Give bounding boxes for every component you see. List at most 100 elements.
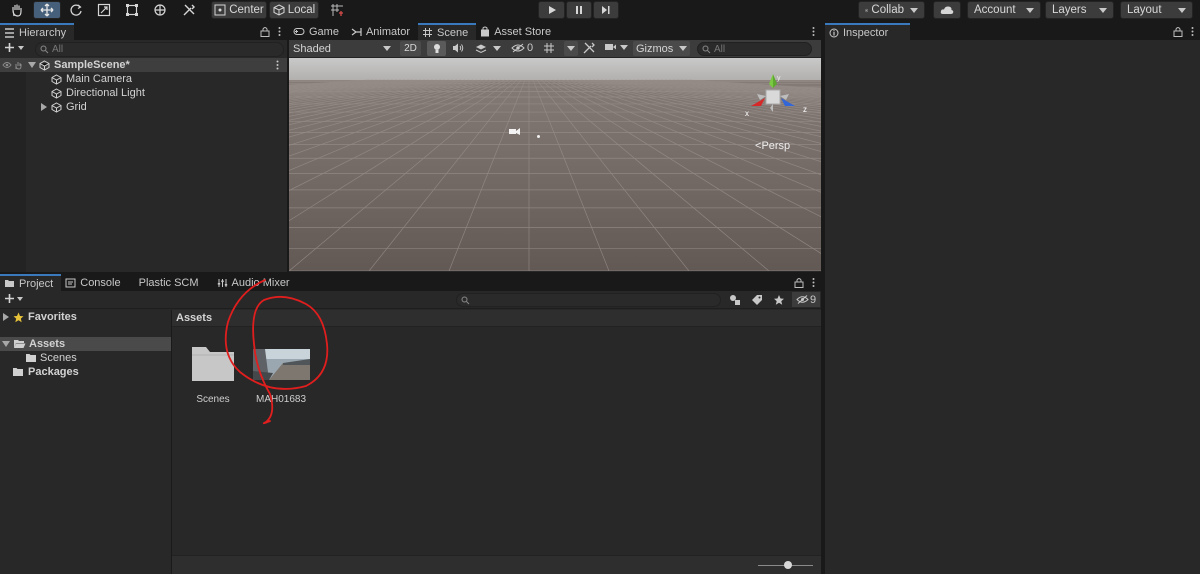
- cloud-icon: [940, 6, 954, 14]
- search-by-label-button[interactable]: [751, 294, 763, 309]
- tag-icon: [752, 295, 762, 305]
- camera-settings-dropdown[interactable]: [604, 42, 628, 52]
- effects-dropdown[interactable]: [475, 42, 501, 54]
- grid-options-dropdown[interactable]: [564, 41, 578, 56]
- scene-row[interactable]: SampleScene*: [0, 58, 287, 72]
- hand-tool-button[interactable]: [4, 1, 30, 19]
- tab-animator[interactable]: Animator: [347, 23, 418, 40]
- transform-tool-button[interactable]: [146, 1, 174, 19]
- assets-folder-label: Assets: [29, 338, 66, 350]
- scene-viewport[interactable]: y x z <Persp: [289, 58, 821, 271]
- hidden-packages-toggle[interactable]: 9: [792, 292, 820, 307]
- grid-snap-icon: [331, 4, 343, 16]
- kebab-menu-icon[interactable]: [812, 26, 815, 37]
- collab-icon: [865, 8, 869, 12]
- collab-button[interactable]: Collab: [858, 1, 925, 19]
- tools-toggle[interactable]: [583, 42, 595, 57]
- tab-hierarchy[interactable]: Hierarchy: [0, 23, 75, 40]
- tab-game[interactable]: Game: [289, 23, 347, 40]
- hidden-objects-toggle[interactable]: 0: [511, 42, 533, 54]
- lock-icon[interactable]: [260, 26, 270, 37]
- create-asset-button[interactable]: [4, 293, 23, 304]
- snap-grid-button[interactable]: [326, 1, 348, 19]
- expand-arrow-icon[interactable]: [41, 103, 47, 111]
- mode-2d-toggle[interactable]: 2D: [400, 41, 421, 56]
- expand-arrow-icon[interactable]: [2, 341, 10, 347]
- custom-tool-button[interactable]: [175, 1, 203, 19]
- rect-tool-button[interactable]: [118, 1, 146, 19]
- eye-icon[interactable]: [2, 61, 12, 69]
- hierarchy-subbar: All: [0, 40, 287, 59]
- scale-tool-button[interactable]: [90, 1, 118, 19]
- tab-plastic-scm[interactable]: Plastic SCM: [129, 274, 207, 291]
- favorites-row[interactable]: Favorites: [0, 310, 171, 324]
- layout-dropdown[interactable]: Layout: [1120, 1, 1193, 19]
- zoom-slider-handle[interactable]: [784, 561, 792, 569]
- hierarchy-item-grid[interactable]: Grid: [0, 100, 287, 114]
- layers-label: Layers: [1052, 4, 1087, 16]
- gizmos-dropdown[interactable]: Gizmos: [633, 41, 690, 56]
- breadcrumb-assets[interactable]: Assets: [176, 312, 212, 324]
- light-gizmo-icon[interactable]: [537, 135, 540, 138]
- kebab-menu-icon[interactable]: [278, 26, 281, 37]
- tab-inspector[interactable]: Inspector: [825, 23, 911, 40]
- kebab-menu-icon[interactable]: [1191, 26, 1194, 37]
- kebab-menu-icon[interactable]: [276, 60, 279, 70]
- create-button[interactable]: [4, 42, 24, 53]
- chevron-down-icon: [17, 296, 23, 301]
- tab-console[interactable]: Console: [61, 274, 128, 291]
- orientation-gizmo[interactable]: y x z: [745, 72, 815, 128]
- lock-icon[interactable]: [1173, 26, 1183, 37]
- inspector-panel: Inspector: [825, 23, 1200, 574]
- play-button[interactable]: [538, 1, 565, 19]
- audio-toggle[interactable]: [452, 42, 464, 57]
- packages-folder-row[interactable]: Packages: [0, 365, 171, 379]
- search-icon: [461, 296, 470, 305]
- kebab-menu-icon[interactable]: [812, 277, 815, 288]
- pivot-space-label: Local: [287, 4, 316, 16]
- pivot-center-label: Center: [229, 4, 264, 16]
- folder-open-icon: [14, 340, 26, 348]
- layers-dropdown[interactable]: Layers: [1045, 1, 1114, 19]
- grid-visibility-toggle[interactable]: [543, 42, 555, 57]
- favorites-filter-button[interactable]: [773, 294, 785, 309]
- hierarchy-item-main-camera[interactable]: Main Camera: [0, 72, 287, 86]
- chevron-down-icon: [1026, 7, 1034, 13]
- plus-icon: [5, 294, 14, 303]
- hierarchy-search-input[interactable]: All: [35, 42, 284, 57]
- projection-toggle[interactable]: <Persp: [755, 140, 790, 152]
- tab-asset-store[interactable]: Asset Store: [476, 23, 559, 40]
- scenes-folder-label: Scenes: [40, 352, 77, 364]
- pivot-space-button[interactable]: Local: [269, 1, 319, 19]
- eye-slash-icon: [796, 295, 809, 304]
- pickable-hand-icon[interactable]: [14, 61, 23, 70]
- project-search-input[interactable]: [456, 293, 721, 307]
- scene-search-input[interactable]: All: [697, 42, 812, 56]
- account-dropdown[interactable]: Account: [967, 1, 1041, 19]
- shading-mode-label: Shaded: [293, 42, 331, 55]
- move-tool-button[interactable]: [33, 1, 61, 19]
- assets-folder-row[interactable]: Assets: [0, 337, 171, 351]
- rotate-tool-button[interactable]: [62, 1, 90, 19]
- step-button[interactable]: [593, 1, 619, 19]
- search-by-type-button[interactable]: [729, 294, 741, 309]
- pause-button[interactable]: [566, 1, 592, 19]
- console-icon: [65, 278, 76, 287]
- camera-gizmo-icon[interactable]: [507, 126, 521, 136]
- tab-scene[interactable]: Scene: [418, 23, 477, 40]
- tab-animator-label: Animator: [365, 25, 410, 38]
- expand-arrow-icon[interactable]: [28, 62, 36, 68]
- gamepad-icon: [293, 28, 305, 35]
- scale-icon: [97, 3, 111, 17]
- scenes-folder-row[interactable]: Scenes: [0, 351, 171, 365]
- pause-icon: [576, 6, 582, 14]
- hierarchy-item-directional-light[interactable]: Directional Light: [0, 86, 287, 100]
- pivot-center-button[interactable]: Center: [211, 1, 267, 19]
- cloud-button[interactable]: [933, 1, 961, 19]
- pivot-center-icon: [214, 4, 226, 16]
- tab-project[interactable]: Project: [0, 274, 62, 291]
- lighting-toggle[interactable]: [427, 41, 446, 56]
- lock-icon[interactable]: [794, 277, 804, 288]
- shading-mode-dropdown[interactable]: Shaded: [289, 40, 395, 57]
- expand-arrow-icon[interactable]: [3, 313, 9, 321]
